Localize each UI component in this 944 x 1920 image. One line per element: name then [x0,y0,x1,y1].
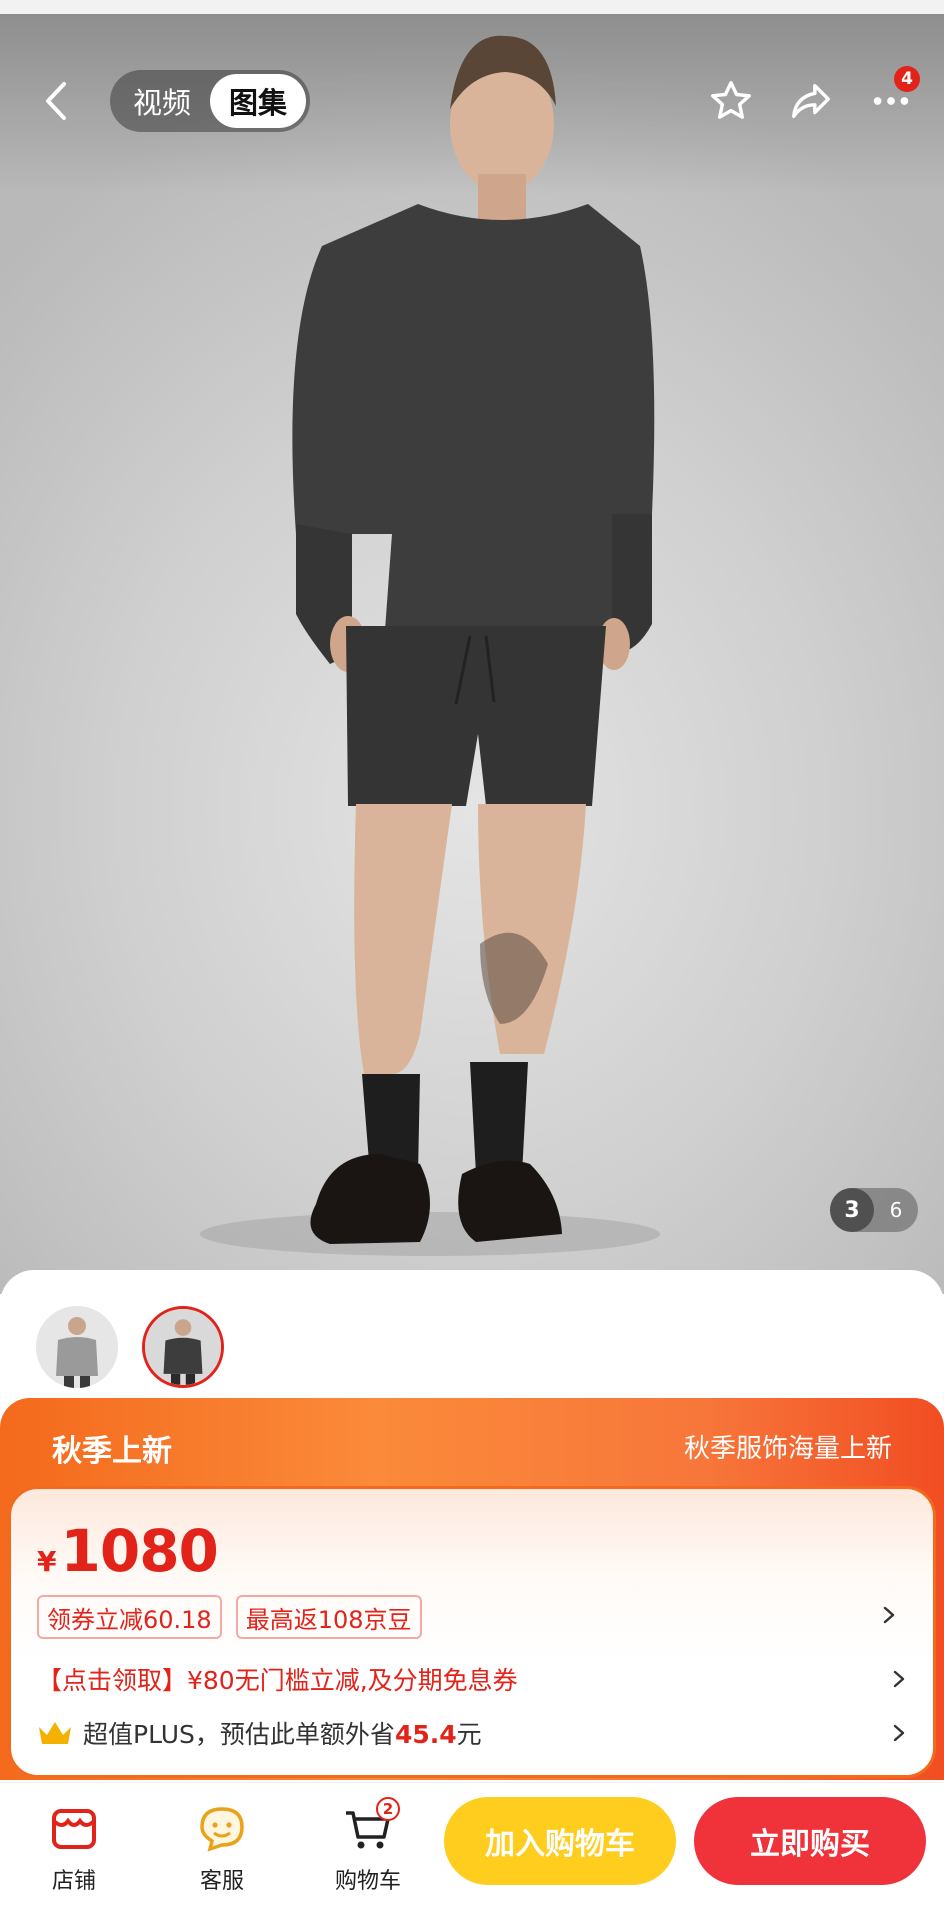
store-button[interactable]: 店铺 [24,1803,124,1895]
plus-suffix: 元 [456,1720,482,1749]
customer-service-button[interactable]: 客服 [172,1803,272,1895]
plus-chevron [887,1719,911,1747]
star-icon [711,81,751,119]
image-counter-total: 6 [889,1198,903,1222]
currency-symbol: ¥ [37,1545,57,1578]
share-icon [792,83,830,119]
plus-prefix: 超值PLUS，预估此单额外省 [83,1720,395,1749]
chevron-right-icon [893,1670,905,1688]
promo-subtitle: 秋季服饰海量上新 [683,1434,892,1464]
variant-thumbnails [36,1306,224,1388]
add-to-cart-button[interactable]: 加入购物车 [444,1797,676,1885]
cart-button[interactable]: 2 购物车 [318,1797,418,1895]
chevron-right-icon [893,1724,905,1742]
cart-badge: 2 [376,1797,400,1821]
promo-banner: 秋季上新 秋季服饰海量上新 ¥ 1080 领券立减60.18 最高返108京豆 … [0,1398,944,1780]
back-button[interactable] [30,74,84,128]
promo-title: 秋季上新 [52,1434,172,1469]
coupon-chevron [887,1665,911,1693]
price-amount: 1080 [60,1517,218,1585]
coupon-row[interactable]: 【点击领取】¥80无门槛立减,及分期免息券 [37,1657,917,1701]
jingdou-rebate-tag[interactable]: 最高返108京豆 [235,1595,422,1639]
product-photo [200,35,660,1256]
crown-icon [39,1722,71,1744]
customer-service-icon [196,1803,248,1855]
bottom-action-bar: 店铺 客服 2 购物车 加入购物车 立即购买 [0,1782,944,1920]
thumbnail-image [36,1306,118,1388]
customer-service-label: 客服 [199,1869,244,1894]
chevron-right-icon [883,1606,895,1624]
more-badge: 4 [894,66,920,92]
product-image[interactable]: 视频 图集 4 [0,14,944,1294]
tab-gallery[interactable]: 图集 [210,74,306,128]
cart-label: 购物车 [334,1869,401,1894]
buy-now-button[interactable]: 立即购买 [694,1797,926,1885]
store-icon [48,1803,100,1855]
share-button[interactable] [782,72,840,130]
price: ¥ 1080 [37,1517,219,1585]
image-counter: 3 6 [830,1188,918,1232]
thumbnail-image [145,1309,221,1385]
plus-savings-text: 超值PLUS，预估此单额外省45.4元 [83,1715,482,1751]
store-label: 店铺 [51,1869,96,1894]
tab-video[interactable]: 视频 [114,74,210,128]
variant-thumbnail-charcoal[interactable] [142,1306,224,1388]
favorite-button[interactable] [702,72,760,130]
tags-chevron[interactable] [877,1601,901,1629]
image-counter-current: 3 [830,1188,874,1232]
status-strip [0,0,944,14]
price-card: ¥ 1080 领券立减60.18 最高返108京豆 【点击领取】¥80无门槛立减… [8,1486,936,1778]
chevron-left-icon [46,82,66,120]
media-segmented-control: 视频 图集 [110,70,310,132]
top-bar: 视频 图集 4 [0,66,944,136]
coupon-text: 【点击领取】¥80无门槛立减,及分期免息券 [37,1666,518,1695]
coupon-discount-tag[interactable]: 领券立减60.18 [37,1595,222,1639]
cart-icon: 2 [342,1797,400,1855]
more-button[interactable]: 4 [862,66,920,130]
plus-savings-row[interactable]: 超值PLUS，预估此单额外省45.4元 [37,1711,917,1755]
plus-amount: 45.4 [394,1720,457,1749]
variant-thumbnail-light-grey[interactable] [36,1306,118,1388]
discount-tags: 领券立减60.18 最高返108京豆 [37,1595,422,1639]
